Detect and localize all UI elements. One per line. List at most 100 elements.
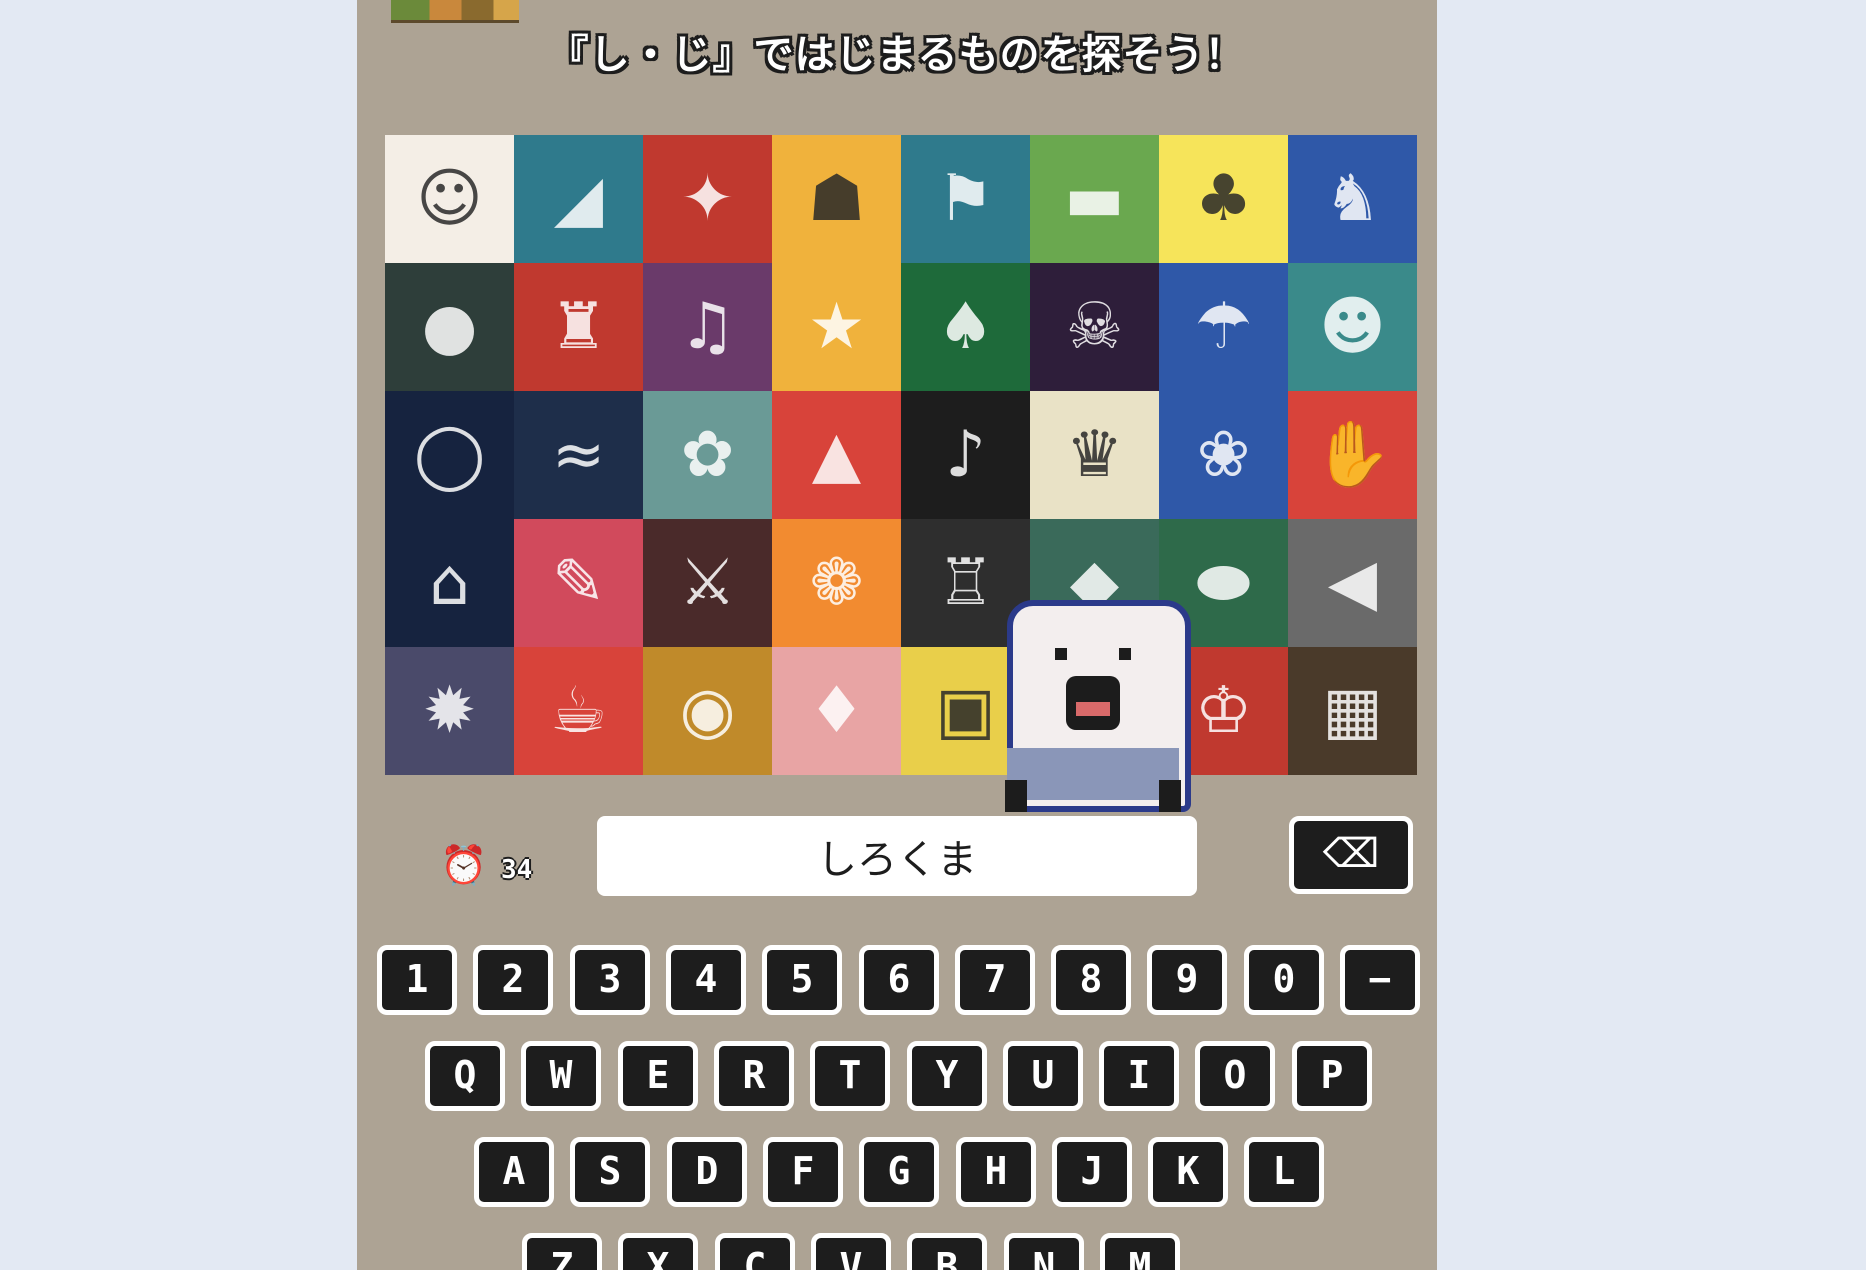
sushi-icon: ▬ xyxy=(1064,162,1125,236)
key-e[interactable]: E xyxy=(618,1041,698,1111)
demon-icon: ☠ xyxy=(1065,290,1124,364)
mascot-left-paw xyxy=(1005,780,1027,812)
ring-icon: ◯ xyxy=(413,418,486,492)
tile-deer: ♞ xyxy=(1288,135,1417,263)
tile-hedgehog: ♦ xyxy=(772,647,901,775)
key-v[interactable]: V xyxy=(811,1233,891,1270)
tile-mushroom: ♠ xyxy=(901,263,1030,391)
key-2[interactable]: 2 xyxy=(473,945,553,1015)
deer-icon: ♞ xyxy=(1323,162,1382,236)
key-x[interactable]: X xyxy=(618,1233,698,1270)
key-y[interactable]: Y xyxy=(907,1041,987,1111)
tile-cherry-tree: ✿ xyxy=(643,391,772,519)
onigiri-icon: ▲ xyxy=(811,418,862,492)
key-7[interactable]: 7 xyxy=(955,945,1035,1015)
key-j[interactable]: J xyxy=(1052,1137,1132,1207)
knight-icon: ⚔ xyxy=(678,546,737,620)
tile-trumpet: ♫ xyxy=(643,263,772,391)
ghost-icon: ☻ xyxy=(1319,290,1386,364)
golf-flag-icon: ⚑ xyxy=(936,162,995,236)
key-b[interactable]: B xyxy=(907,1233,987,1270)
tile-hand: ✋ xyxy=(1288,391,1417,519)
key-k[interactable]: K xyxy=(1148,1137,1228,1207)
tile-demon: ☠ xyxy=(1030,263,1159,391)
trophy-icon: ♛ xyxy=(1065,418,1124,492)
tile-golf-flag: ⚑ xyxy=(901,135,1030,263)
key-t[interactable]: T xyxy=(810,1041,890,1111)
tile-trophy: ♛ xyxy=(1030,391,1159,519)
castle-icon: ♜ xyxy=(549,290,608,364)
tile-cheesecake: ◢ xyxy=(514,135,643,263)
key-r[interactable]: R xyxy=(714,1041,794,1111)
key-minus[interactable]: − xyxy=(1340,945,1420,1015)
key-f[interactable]: F xyxy=(763,1137,843,1207)
polar-bear-mascot xyxy=(993,590,1193,816)
key-o[interactable]: O xyxy=(1195,1041,1275,1111)
key-s[interactable]: S xyxy=(570,1137,650,1207)
mascot-left-eye xyxy=(1055,648,1067,660)
dragonfly-icon: ✦ xyxy=(680,162,735,236)
hand-icon: ✋ xyxy=(1312,418,1393,492)
timer-value: 34 xyxy=(501,855,533,885)
game-screen: 『し・じ』ではじまるものを探そう！ ☺ ◢ ✦ ☗ ⚑ ▬ ♣ ♞ ● ♜ ♫ ★ ♠ ☠ ☂ ☻ ◯ ≈ ✿ ▲ ♪ ♛… xyxy=(357,0,1437,1270)
tile-castle: ♜ xyxy=(514,263,643,391)
key-l[interactable]: L xyxy=(1244,1137,1324,1207)
tile-gorilla: ● xyxy=(385,263,514,391)
cherry-tree-icon: ✿ xyxy=(680,418,735,492)
key-1[interactable]: 1 xyxy=(377,945,457,1015)
key-9[interactable]: 9 xyxy=(1147,945,1227,1015)
game-logo xyxy=(391,0,519,23)
tile-star-badge: ★ xyxy=(772,263,901,391)
key-w[interactable]: W xyxy=(521,1041,601,1111)
mascot-right-eye xyxy=(1119,648,1131,660)
key-d[interactable]: D xyxy=(667,1137,747,1207)
key-m[interactable]: M xyxy=(1100,1233,1180,1270)
tile-ghost: ☻ xyxy=(1288,263,1417,391)
tile-ring: ◯ xyxy=(385,391,514,519)
mascot-mouth xyxy=(1076,702,1110,716)
brick-wall-icon: ▦ xyxy=(1322,674,1383,748)
key-g[interactable]: G xyxy=(859,1137,939,1207)
tile-umbrella: ☂ xyxy=(1159,263,1288,391)
mascot-right-paw xyxy=(1159,780,1181,812)
backspace-button[interactable]: ⌫ xyxy=(1289,816,1413,894)
tile-gear: ✹ xyxy=(385,647,514,775)
key-z[interactable]: Z xyxy=(522,1233,602,1270)
stone-statue-icon: ♖ xyxy=(936,546,995,620)
key-5[interactable]: 5 xyxy=(762,945,842,1015)
key-6[interactable]: 6 xyxy=(859,945,939,1015)
tile-knight: ⚔ xyxy=(643,519,772,647)
key-c[interactable]: C xyxy=(715,1233,795,1270)
key-q[interactable]: Q xyxy=(425,1041,505,1111)
key-i[interactable]: I xyxy=(1099,1041,1179,1111)
key-0[interactable]: 0 xyxy=(1244,945,1324,1015)
key-n[interactable]: N xyxy=(1004,1233,1084,1270)
face-sketch-icon: ☺ xyxy=(416,162,483,236)
alarm-clock-icon: ⏰ xyxy=(440,843,488,887)
gear-icon: ✹ xyxy=(422,674,477,748)
tile-onigiri: ▲ xyxy=(772,391,901,519)
tile-brick-wall: ▦ xyxy=(1288,647,1417,775)
tile-poodle: ❁ xyxy=(772,519,901,647)
mascot-shirt xyxy=(1007,748,1179,800)
tile-pencil: ✎ xyxy=(514,519,643,647)
tile-dragonfly: ✦ xyxy=(643,135,772,263)
tile-great-wave: ≈ xyxy=(514,391,643,519)
answer-input[interactable] xyxy=(597,816,1197,896)
toy-blocks-icon: ⌂ xyxy=(429,546,470,620)
cheesecake-icon: ◢ xyxy=(553,162,604,236)
star-badge-icon: ★ xyxy=(807,290,866,364)
key-3[interactable]: 3 xyxy=(570,945,650,1015)
key-p[interactable]: P xyxy=(1292,1041,1372,1111)
omurice-icon: ◉ xyxy=(679,674,736,748)
key-4[interactable]: 4 xyxy=(666,945,746,1015)
key-a[interactable]: A xyxy=(474,1137,554,1207)
gorilla-icon: ● xyxy=(421,290,478,364)
key-8[interactable]: 8 xyxy=(1051,945,1131,1015)
trumpet-icon: ♫ xyxy=(678,290,737,364)
radio-icon: ▣ xyxy=(935,674,996,748)
key-u[interactable]: U xyxy=(1003,1041,1083,1111)
key-h[interactable]: H xyxy=(956,1137,1036,1207)
mascot-nose xyxy=(1066,676,1120,730)
tile-sushi: ▬ xyxy=(1030,135,1159,263)
